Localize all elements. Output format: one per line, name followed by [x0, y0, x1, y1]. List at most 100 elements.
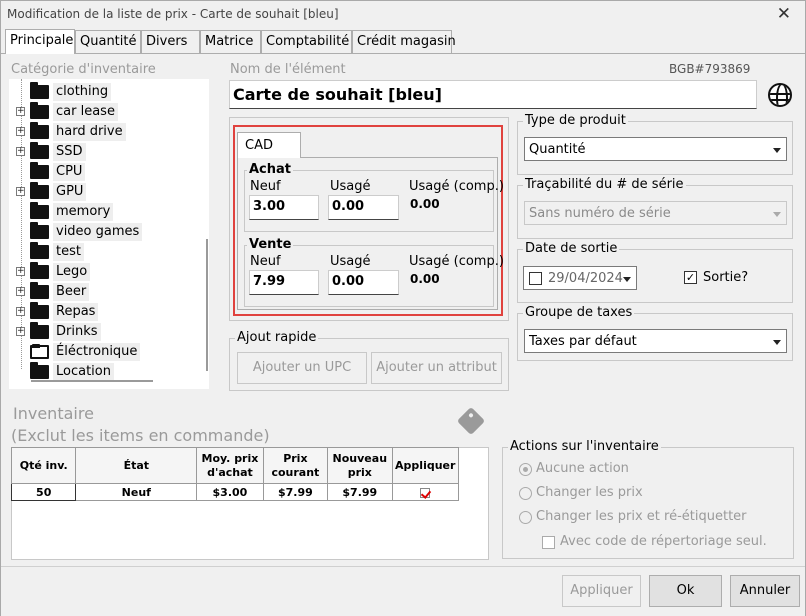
title-bar: Modification de la liste de prix - Carte… — [1, 1, 805, 29]
apply-button[interactable]: Appliquer — [562, 575, 641, 607]
expand-icon[interactable]: + — [16, 187, 25, 196]
tree-item-label: hard drive — [53, 123, 126, 141]
expand-icon[interactable]: + — [16, 107, 25, 116]
change-and-relabel-label: Changer les prix et ré-étiquetter — [536, 509, 747, 524]
tree-item[interactable]: + GPU — [9, 182, 199, 202]
tag-icon[interactable] — [456, 406, 486, 436]
item-name-label: Nom de l'élément — [230, 62, 346, 77]
tree-item-selected[interactable]: Éléctronique — [9, 342, 199, 362]
chevron-down-icon — [773, 148, 781, 153]
folder-icon — [30, 142, 49, 159]
sale-used-comp-label: Usagé (comp.) — [409, 254, 504, 269]
change-prices-label: Changer les prix — [536, 485, 643, 500]
folder-icon — [30, 82, 49, 99]
tree-vertical-scrollbar[interactable] — [206, 239, 208, 371]
col-qty: Qté inv. — [10, 447, 77, 484]
expand-icon[interactable]: + — [16, 307, 25, 316]
category-tree[interactable]: clothing + car lease + hard drive + SSD … — [9, 79, 209, 389]
cell-state: Neuf — [75, 483, 198, 501]
release-date-picker[interactable]: 29/04/2024 — [523, 266, 637, 290]
tab-cad[interactable]: CAD — [237, 132, 301, 158]
tree-item[interactable]: + Beer — [9, 282, 199, 302]
tab-divers[interactable]: Divers — [141, 30, 200, 53]
inventory-actions-title: Actions sur l'inventaire — [508, 439, 661, 454]
no-action-label: Aucune action — [536, 461, 629, 476]
ok-button[interactable]: Ok — [649, 575, 722, 607]
item-name-input[interactable]: Carte de souhait [bleu] — [229, 80, 757, 109]
tree-item[interactable]: clothing — [9, 82, 199, 102]
with-code-only-checkbox[interactable] — [542, 536, 555, 549]
add-upc-button[interactable]: Ajouter un UPC — [237, 352, 367, 384]
no-action-radio[interactable] — [519, 463, 532, 476]
tab-comptabilite[interactable]: Comptabilité — [261, 30, 352, 53]
change-and-relabel-radio[interactable] — [519, 511, 532, 524]
expand-icon[interactable]: + — [16, 267, 25, 276]
col-apply: Appliquer — [391, 447, 459, 484]
table-row[interactable]: 50 Neuf $3.00 $7.99 $7.99 — [10, 483, 459, 501]
globe-icon[interactable] — [768, 83, 792, 107]
tree-item[interactable]: + hard drive — [9, 122, 199, 142]
cancel-button[interactable]: Annuler — [730, 575, 800, 607]
expand-icon[interactable]: + — [16, 327, 25, 336]
sale-used-input[interactable]: 0.00 — [328, 270, 399, 295]
tree-item[interactable]: Location — [9, 362, 199, 382]
product-type-value: Quantité — [529, 142, 586, 157]
tree-horizontal-scrollbar[interactable] — [31, 380, 153, 382]
tree-item[interactable]: memory — [9, 202, 199, 222]
col-avg-cost: Moy. prix d'achat — [196, 447, 264, 484]
cell-qty[interactable]: 50 — [10, 483, 77, 501]
tree-item-label: SSD — [53, 143, 86, 161]
table-header-row: Qté inv. État Moy. prix d'achat Prix cou… — [10, 447, 459, 484]
serial-tracking-select[interactable]: Sans numéro de série — [524, 201, 787, 225]
folder-icon — [30, 122, 49, 139]
folder-icon — [30, 242, 49, 259]
release-date-title: Date de sortie — [523, 241, 620, 256]
purchase-new-input[interactable]: 3.00 — [249, 195, 319, 220]
expand-icon[interactable]: + — [16, 287, 25, 296]
tree-item-label: Lego — [53, 263, 91, 281]
tree-item[interactable]: + Repas — [9, 302, 199, 322]
tax-group-select[interactable]: Taxes par défaut — [524, 329, 787, 353]
product-type-select[interactable]: Quantité — [524, 137, 787, 161]
tree-item[interactable]: + Lego — [9, 262, 199, 282]
product-type-title: Type de produit — [523, 113, 628, 128]
tab-matrice[interactable]: Matrice — [200, 30, 261, 53]
chevron-down-icon — [623, 277, 631, 282]
add-attribute-button[interactable]: Ajouter un attribut — [371, 352, 502, 384]
purchase-used-input[interactable]: 0.00 — [328, 195, 399, 220]
sale-new-input[interactable]: 7.99 — [249, 270, 319, 295]
tree-item[interactable]: + car lease — [9, 102, 199, 122]
serial-tracking-title: Traçabilité du # de série — [523, 177, 686, 192]
chevron-down-icon — [773, 340, 781, 345]
tree-item-label: Repas — [53, 303, 99, 321]
tree-item[interactable]: + Drinks — [9, 322, 199, 342]
release-date-enable-checkbox[interactable] — [529, 272, 542, 285]
tree-item[interactable]: test — [9, 242, 199, 262]
tree-item-label: clothing — [53, 83, 112, 101]
tree-item[interactable]: + SSD — [9, 142, 199, 162]
folder-icon — [30, 102, 49, 119]
apply-checkbox[interactable] — [420, 487, 431, 498]
tree-item[interactable]: video games — [9, 222, 199, 242]
tree-item-label: GPU — [53, 183, 87, 201]
close-icon[interactable]: ✕ — [777, 4, 791, 24]
tab-principale[interactable]: Principale — [5, 29, 75, 54]
change-prices-radio[interactable] — [519, 487, 532, 500]
expand-icon[interactable]: + — [16, 127, 25, 136]
tree-item-label: test — [53, 243, 84, 261]
tree-item[interactable]: CPU — [9, 162, 199, 182]
folder-icon — [30, 302, 49, 319]
cell-new-price[interactable]: $7.99 — [327, 483, 393, 501]
sku-code: BGB#793869 — [669, 62, 751, 76]
purchase-used-comp-value: 0.00 — [410, 197, 440, 211]
expand-icon[interactable]: + — [16, 147, 25, 156]
folder-icon — [30, 182, 49, 199]
purchase-new-label: Neuf — [250, 179, 281, 194]
open-folder-icon — [30, 344, 49, 359]
cell-apply[interactable] — [391, 483, 459, 501]
tab-credit-magasin[interactable]: Crédit magasin — [352, 30, 456, 53]
sale-new-label: Neuf — [250, 254, 281, 269]
tab-quantite[interactable]: Quantité — [75, 30, 141, 53]
sale-used-label: Usagé — [330, 254, 371, 269]
released-checkbox[interactable]: ✓ — [684, 271, 697, 284]
